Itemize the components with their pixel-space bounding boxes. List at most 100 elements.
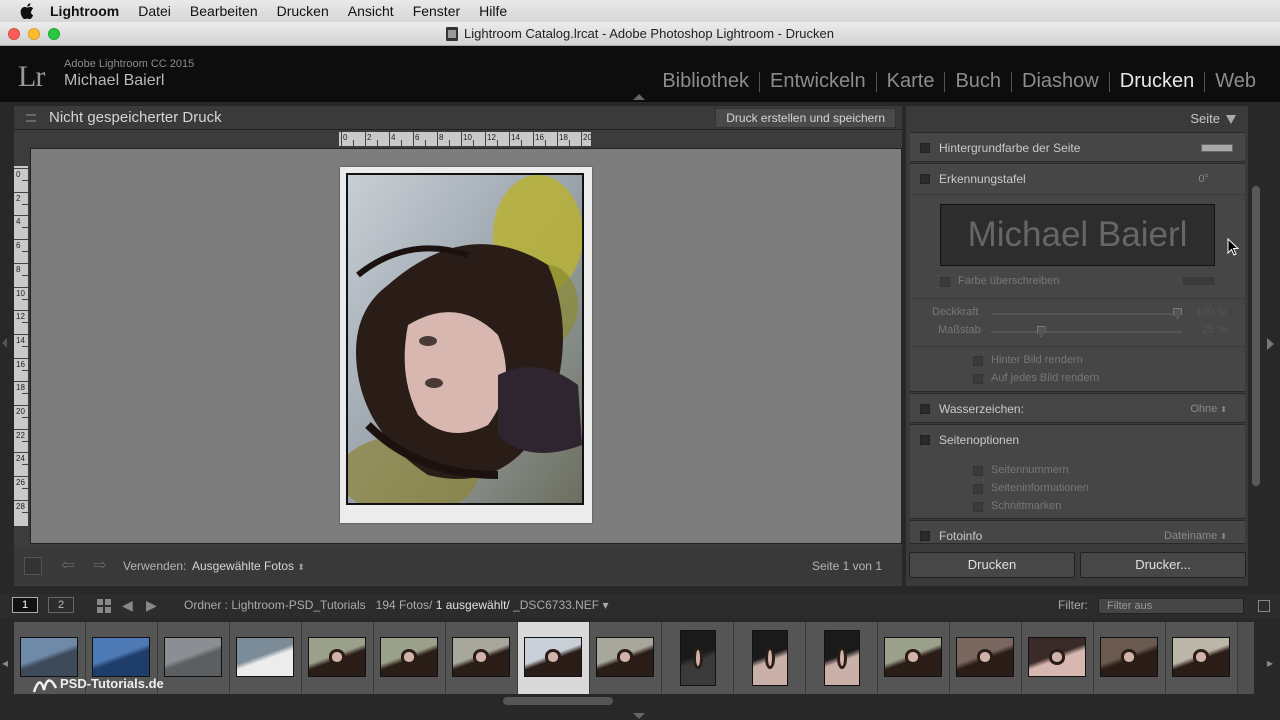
filmstrip-cell[interactable]: [878, 622, 950, 694]
collapse-filmstrip-icon[interactable]: [633, 713, 645, 719]
filter-label: Filter:: [1058, 598, 1088, 612]
filmstrip-thumbnail[interactable]: [308, 637, 366, 677]
filmstrip-cell[interactable]: [446, 622, 518, 694]
print-button[interactable]: Drucken: [909, 552, 1075, 578]
page-panel-header[interactable]: Seite: [906, 106, 1248, 130]
background-color-checkbox[interactable]: [920, 143, 930, 153]
filmstrip-cell[interactable]: [1094, 622, 1166, 694]
module-bibliothek[interactable]: Bibliothek: [652, 70, 759, 93]
background-color-swatch[interactable]: [1201, 144, 1233, 152]
filmstrip-thumbnail[interactable]: [1100, 637, 1158, 677]
override-color-swatch[interactable]: [1183, 277, 1215, 285]
filmstrip-thumbnail[interactable]: [452, 637, 510, 677]
menu-drucken[interactable]: Drucken: [277, 3, 329, 19]
filmstrip-thumbnail[interactable]: [752, 630, 788, 686]
filmstrip-right-arrow-icon[interactable]: ▸: [1267, 656, 1273, 670]
filmstrip-cell[interactable]: [734, 622, 806, 694]
minimize-window-button[interactable]: [28, 28, 40, 40]
page-info-checkbox[interactable]: [973, 484, 983, 494]
collapse-top-panel-icon[interactable]: [633, 94, 645, 100]
next-page-icon[interactable]: ⇨: [90, 558, 110, 574]
menu-datei[interactable]: Datei: [138, 3, 171, 19]
filmstrip-thumbnail[interactable]: [956, 637, 1014, 677]
identity-plate-checkbox[interactable]: [920, 174, 930, 184]
collapse-right-panel-icon[interactable]: [1267, 338, 1274, 350]
module-entwickeln[interactable]: Entwickeln: [760, 70, 876, 93]
create-saved-print-button[interactable]: Druck erstellen und speichern: [715, 108, 896, 128]
watermark-checkbox[interactable]: [920, 404, 930, 414]
filmstrip-cell[interactable]: [950, 622, 1022, 694]
filmstrip-thumbnail[interactable]: [824, 630, 860, 686]
render-behind-checkbox[interactable]: [973, 356, 983, 366]
menu-ansicht[interactable]: Ansicht: [348, 3, 394, 19]
grid-view-icon[interactable]: [97, 599, 111, 613]
filmstrip-cell[interactable]: [230, 622, 302, 694]
filmstrip-thumbnail[interactable]: [596, 637, 654, 677]
photo-info-selector[interactable]: Dateiname ⬍: [1164, 530, 1227, 542]
filmstrip-thumbnail[interactable]: [1028, 637, 1086, 677]
previous-page-icon[interactable]: ⇦: [58, 558, 78, 574]
filter-lock-icon[interactable]: [1258, 600, 1270, 612]
second-window-button[interactable]: 2: [48, 597, 74, 613]
main-window-button[interactable]: 1: [12, 597, 38, 613]
scale-value[interactable]: 25 %: [1202, 324, 1227, 336]
filter-dropdown[interactable]: Filter aus: [1098, 598, 1244, 614]
filmstrip-cell[interactable]: [518, 622, 590, 694]
forward-arrow-icon[interactable]: ▶: [146, 597, 157, 614]
filmstrip-cell[interactable]: [662, 622, 734, 694]
print-page[interactable]: [340, 167, 592, 523]
collapse-triangle-icon[interactable]: [1226, 115, 1236, 125]
page-options-checkbox[interactable]: [920, 435, 930, 445]
identity-plate-preview[interactable]: Michael Baierl: [940, 204, 1215, 266]
filmstrip-scrollbar[interactable]: [503, 697, 613, 705]
opacity-slider-knob[interactable]: [1173, 308, 1182, 319]
printer-button[interactable]: Drucker...: [1080, 552, 1246, 578]
use-selector[interactable]: Ausgewählte Fotos ⬍: [192, 559, 305, 573]
render-every-checkbox[interactable]: [973, 374, 983, 384]
show-page-button[interactable]: [24, 557, 42, 575]
module-drucken[interactable]: Drucken: [1110, 70, 1204, 93]
filmstrip-thumbnail[interactable]: [680, 630, 716, 686]
opacity-slider[interactable]: [991, 308, 1182, 319]
module-diashow[interactable]: Diashow: [1012, 70, 1109, 93]
ruler-minor-tick: [377, 140, 378, 146]
watermark-selector[interactable]: Ohne ⬍: [1190, 403, 1227, 415]
filmstrip-cell[interactable]: [302, 622, 374, 694]
filmstrip-cell[interactable]: [158, 622, 230, 694]
filmstrip-thumbnail[interactable]: [164, 637, 222, 677]
panel-scrollbar[interactable]: [1252, 186, 1260, 486]
back-arrow-icon[interactable]: ◀: [122, 597, 133, 614]
scale-slider[interactable]: [991, 326, 1182, 337]
filmstrip-cell[interactable]: [374, 622, 446, 694]
filmstrip-left-arrow-icon[interactable]: ◂: [2, 656, 8, 670]
filmstrip-thumbnail[interactable]: [1172, 637, 1230, 677]
module-karte[interactable]: Karte: [877, 70, 945, 93]
module-buch[interactable]: Buch: [945, 70, 1011, 93]
filmstrip-cell[interactable]: [1022, 622, 1094, 694]
menu-fenster[interactable]: Fenster: [413, 3, 460, 19]
print-photo[interactable]: [346, 173, 584, 505]
filmstrip-source[interactable]: Ordner : Lightroom-PSD_Tutorials 194 Fot…: [184, 598, 609, 612]
filmstrip-thumbnail[interactable]: [884, 637, 942, 677]
filmstrip-thumbnail[interactable]: [524, 637, 582, 677]
filmstrip-cell[interactable]: [590, 622, 662, 694]
menu-bearbeiten[interactable]: Bearbeiten: [190, 3, 258, 19]
apple-icon[interactable]: [18, 2, 36, 20]
close-window-button[interactable]: [8, 28, 20, 40]
page-numbers-checkbox[interactable]: [973, 466, 983, 476]
menu-app-name[interactable]: Lightroom: [50, 3, 119, 19]
menu-hilfe[interactable]: Hilfe: [479, 3, 507, 19]
override-color-checkbox[interactable]: [940, 277, 950, 287]
photo-info-checkbox[interactable]: [920, 531, 930, 541]
expand-left-panel-icon[interactable]: [2, 338, 7, 348]
scale-slider-knob[interactable]: [1036, 326, 1046, 337]
module-web[interactable]: Web: [1205, 70, 1266, 93]
opacity-value[interactable]: 100 %: [1196, 306, 1227, 318]
filmstrip-thumbnail[interactable]: [236, 637, 294, 677]
filmstrip-thumbnail[interactable]: [380, 637, 438, 677]
crop-marks-checkbox[interactable]: [973, 502, 983, 512]
zoom-window-button[interactable]: [48, 28, 60, 40]
filmstrip-cell[interactable]: [1166, 622, 1238, 694]
identity-plate-angle[interactable]: 0°: [1198, 173, 1209, 185]
filmstrip-cell[interactable]: [806, 622, 878, 694]
